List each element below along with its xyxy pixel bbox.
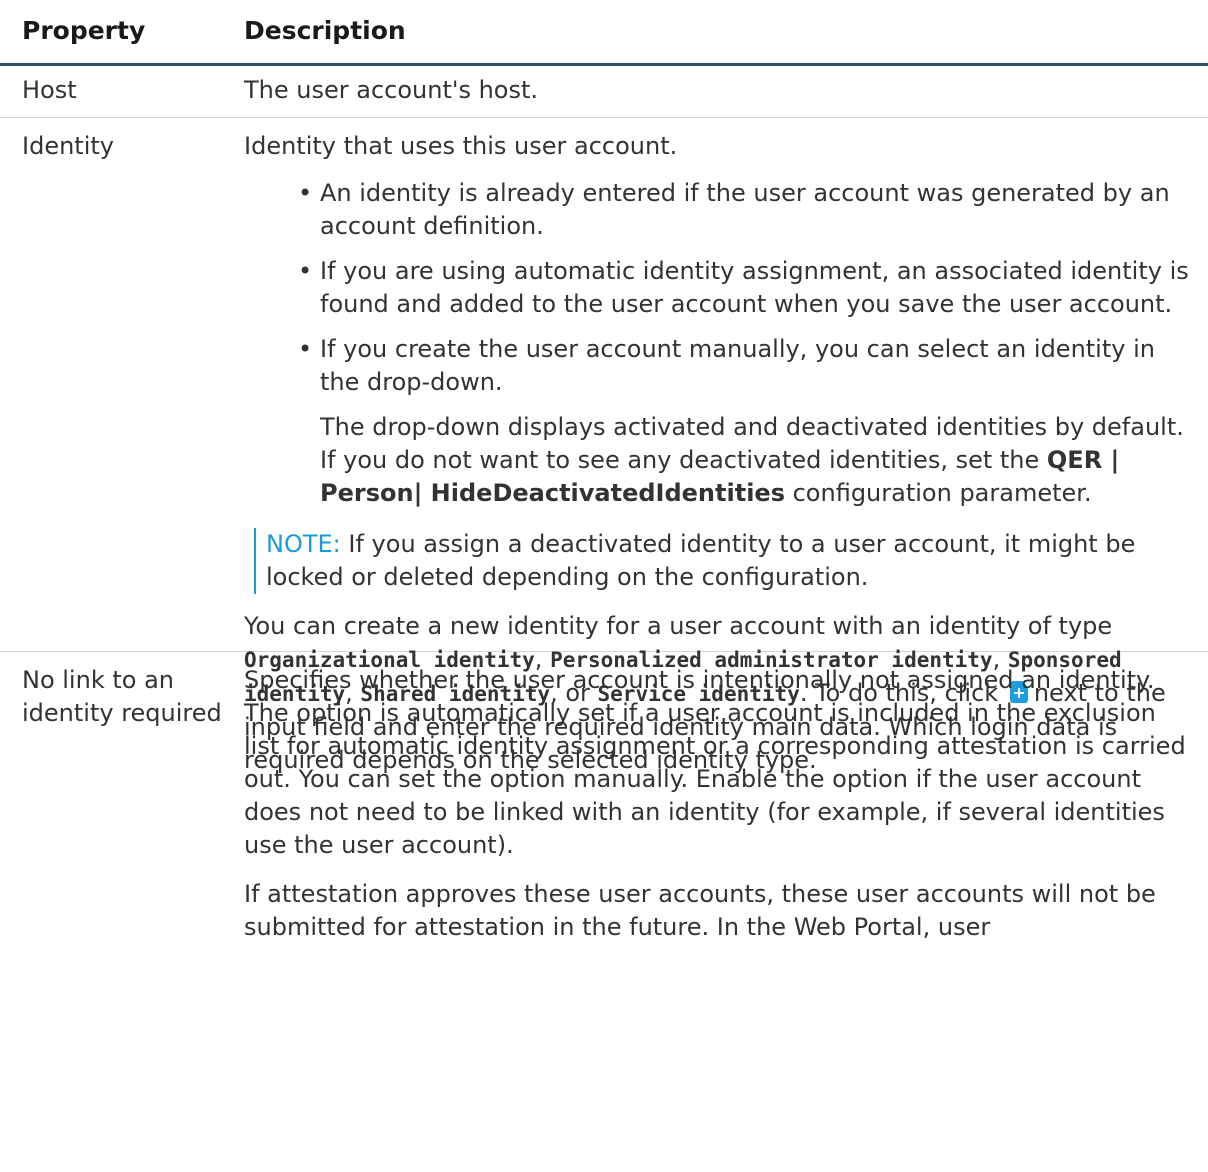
list-item: • If you create the user account manuall… bbox=[298, 335, 1155, 396]
dropdown-note: The drop-down displays activated and dea… bbox=[320, 413, 1184, 507]
list-item: • If you are using automatic identity as… bbox=[298, 257, 1189, 318]
note-callout: NOTE: If you assign a deactivated identi… bbox=[254, 528, 1194, 594]
note-text: If you assign a deactivated identity to … bbox=[266, 530, 1136, 591]
bullet-icon: • bbox=[298, 179, 313, 207]
property-cell: No link to an identity required bbox=[22, 666, 222, 727]
no-link-attestation: If attestation approves these user accou… bbox=[244, 880, 1156, 941]
no-link-description: Specifies whether the user account is in… bbox=[244, 666, 1186, 859]
header-property: Property bbox=[22, 16, 146, 45]
bullet-icon: • bbox=[298, 335, 313, 363]
property-cell: Identity bbox=[22, 132, 114, 160]
header-description: Description bbox=[244, 16, 406, 45]
description-cell: Specifies whether the user account is in… bbox=[244, 664, 1194, 944]
identity-bullet-list: • An identity is already entered if the … bbox=[244, 177, 1194, 399]
property-table: Property Description Host The user accou… bbox=[0, 0, 1208, 1172]
table-header: Property Description bbox=[0, 0, 1208, 66]
table-row-identity: Identity Identity that uses this user ac… bbox=[0, 118, 1208, 774]
property-cell: Host bbox=[22, 76, 77, 104]
description-cell: The user account's host. bbox=[244, 76, 539, 104]
bullet-icon: • bbox=[298, 257, 313, 285]
note-label: NOTE: bbox=[266, 530, 341, 558]
list-item: • An identity is already entered if the … bbox=[298, 179, 1170, 240]
table-row-host: Host The user account's host. bbox=[0, 66, 1208, 118]
identity-intro: Identity that uses this user account. bbox=[244, 132, 678, 160]
table-row-no-link: No link to an identity required Specifie… bbox=[0, 652, 1208, 1172]
